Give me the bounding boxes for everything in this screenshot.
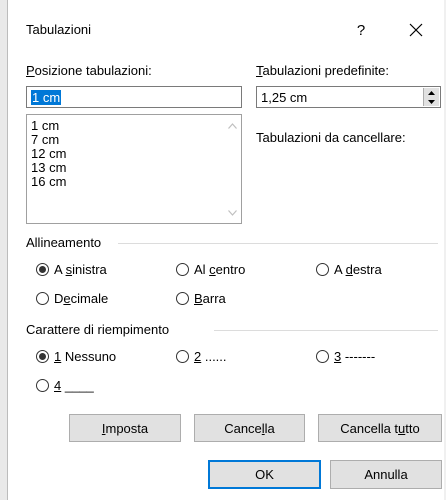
radio-label: Barra [194, 291, 226, 306]
tabs-dialog: Tabulazioni ? Posizione tabulazioni: 1 c… [8, 0, 444, 500]
radio-label: A destra [334, 262, 382, 277]
radio-label: 4 ____ [54, 378, 94, 393]
align-left-radio[interactable]: A sinistra [36, 262, 107, 277]
cancel-button[interactable]: Annulla [330, 460, 442, 489]
radio-label: 1 Nessuno [54, 349, 117, 364]
title-bar: Tabulazioni ? [8, 0, 444, 62]
alignment-separator [118, 243, 438, 244]
scroll-down-arrow[interactable] [224, 204, 241, 221]
triangle-up-icon [428, 90, 435, 95]
set-button[interactable]: Imposta [69, 414, 181, 442]
tab-position-input[interactable]: 1 cm [26, 86, 242, 108]
radio-label: 2 ...... [194, 349, 227, 364]
align-right-radio[interactable]: A destra [316, 262, 382, 277]
clear-button[interactable]: Cance l la [194, 414, 305, 442]
list-item[interactable]: 12 cm [27, 147, 241, 161]
radio-button [36, 379, 49, 392]
radio-button-checked [36, 263, 49, 276]
tabs-to-clear-label: Tabulazioni da cancellare: [256, 130, 406, 145]
radio-button [316, 263, 329, 276]
radio-button [176, 292, 189, 305]
default-tabs-spinner[interactable] [423, 88, 439, 106]
radio-label: Al centro [194, 262, 246, 277]
radio-button [176, 350, 189, 363]
list-item[interactable]: 1 cm [27, 119, 241, 133]
dialog-title: Tabulazioni [26, 22, 92, 37]
radio-button [176, 263, 189, 276]
default-tabs-input[interactable]: 1,25 cm [256, 86, 441, 108]
radio-label: Decimale [54, 291, 109, 306]
triangle-down-icon [428, 99, 435, 104]
background-window-edge [0, 0, 8, 500]
scroll-up-arrow[interactable] [224, 117, 241, 134]
leader-separator [214, 330, 438, 331]
radio-label: A sinistra [54, 262, 107, 277]
leader-underline-radio[interactable]: 4 ____ [36, 378, 94, 393]
radio-button [36, 292, 49, 305]
ok-button[interactable]: OK [208, 460, 321, 489]
radio-label: 3 ------- [334, 349, 376, 364]
spin-up-button[interactable] [424, 88, 439, 97]
close-button[interactable] [400, 14, 432, 46]
radio-button-checked [36, 350, 49, 363]
align-decimal-radio[interactable]: Decimale [36, 291, 108, 306]
default-tabs-label: Tabulazioni predefinite: [256, 63, 389, 78]
help-button[interactable]: ? [347, 16, 375, 44]
radio-button [316, 350, 329, 363]
default-tabs-value: 1,25 cm [261, 89, 308, 105]
chevron-up-icon [228, 122, 237, 129]
help-icon: ? [356, 21, 366, 39]
leader-group-label: Carattere di riempimento [26, 322, 170, 337]
list-item[interactable]: 13 cm [27, 161, 241, 175]
tab-position-label: Posizione tabulazioni: [26, 63, 152, 78]
leader-dots-radio[interactable]: 2 ...... [176, 349, 227, 364]
leader-dashes-radio[interactable]: 3 ------- [316, 349, 375, 364]
leader-none-radio[interactable]: 1 Nessuno [36, 349, 116, 364]
tab-position-input-value: 1 cm [31, 89, 62, 105]
align-center-radio[interactable]: Al centro [176, 262, 245, 277]
spin-down-button[interactable] [424, 97, 439, 106]
clear-all-button[interactable]: Cancella t u tto [318, 414, 442, 442]
alignment-group-label: Allineamento [26, 235, 102, 250]
chevron-down-icon [228, 209, 237, 216]
list-scrollbar[interactable] [224, 115, 241, 223]
list-item[interactable]: 16 cm [27, 175, 241, 189]
tab-position-list[interactable]: 1 cm 7 cm 12 cm 13 cm 16 cm [26, 114, 242, 224]
close-icon [409, 23, 423, 37]
list-item[interactable]: 7 cm [27, 133, 241, 147]
align-bar-radio[interactable]: Barra [176, 291, 226, 306]
